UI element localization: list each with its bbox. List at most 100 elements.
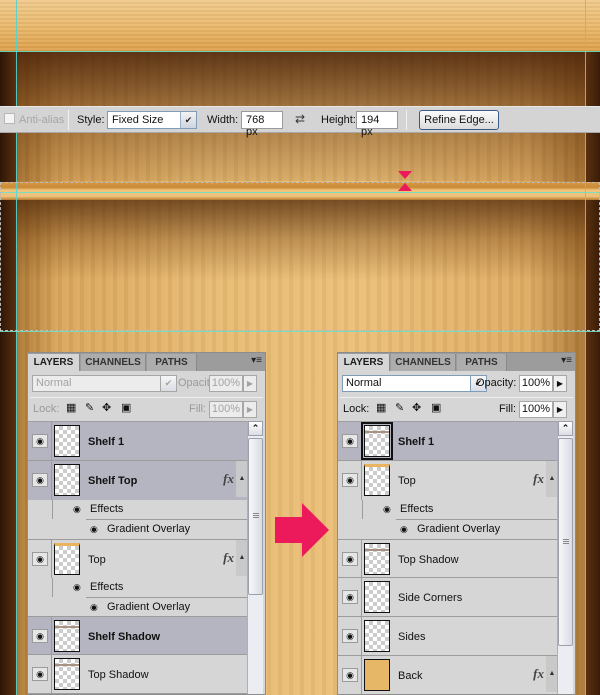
layer-name: Top: [88, 554, 106, 566]
marquee-selection[interactable]: [0, 182, 600, 331]
effects-row[interactable]: ◉ Effects: [52, 500, 248, 519]
eye-icon[interactable]: ◉: [32, 552, 48, 566]
eye-icon[interactable]: ◉: [342, 434, 358, 448]
lock-transparent-icon[interactable]: ▦: [66, 401, 76, 414]
lock-move-icon[interactable]: ✥: [102, 401, 111, 414]
layers-scrollbar[interactable]: ⌃: [247, 421, 263, 694]
guide-vertical-right[interactable]: [585, 0, 586, 695]
swap-arrows-icon[interactable]: ⇄: [295, 112, 305, 126]
width-input[interactable]: 768 px: [241, 111, 283, 138]
blend-mode-select[interactable]: Normal ✔: [342, 375, 487, 392]
gradient-overlay-row[interactable]: ◉ Gradient Overlay: [86, 597, 248, 616]
divider: [340, 397, 573, 398]
opacity-stepper-icon[interactable]: ▶: [553, 375, 567, 392]
layers-list: ◉ Shelf 1 ◉ Shelf Top fx ▲ ◉ Effects ◉ G…: [28, 421, 248, 694]
gradient-overlay-row[interactable]: ◉ Gradient Overlay: [396, 519, 558, 538]
scroll-up-icon[interactable]: ⌃: [558, 421, 573, 436]
layer-row[interactable]: ◉ Top Shadow: [28, 655, 248, 694]
lock-brush-icon[interactable]: ✎: [85, 401, 94, 414]
lock-brush-icon[interactable]: ✎: [395, 401, 404, 414]
eye-icon[interactable]: ◉: [342, 552, 358, 566]
lock-all-icon[interactable]: ▣: [121, 401, 131, 414]
panel-menu-icon[interactable]: ▾≡: [561, 355, 572, 366]
layer-thumbnail: [54, 464, 80, 496]
eye-icon[interactable]: ◉: [32, 473, 48, 487]
fill-input[interactable]: 100%: [209, 401, 243, 418]
lock-all-icon[interactable]: ▣: [431, 401, 441, 414]
lock-move-icon[interactable]: ✥: [412, 401, 421, 414]
layer-row[interactable]: ◉ Top fx ▲: [338, 461, 558, 500]
guide-vertical-left[interactable]: [16, 0, 17, 695]
tab-channels[interactable]: CHANNELS: [391, 354, 456, 371]
gradient-overlay-row[interactable]: ◉ Gradient Overlay: [86, 519, 248, 538]
chevron-down-icon[interactable]: ✔: [180, 112, 196, 128]
opacity-input[interactable]: 100%: [209, 375, 243, 392]
layer-row[interactable]: ◉ Shelf 1: [338, 422, 558, 461]
tab-channels[interactable]: CHANNELS: [81, 354, 146, 371]
scroll-up-icon[interactable]: ⌃: [248, 421, 263, 436]
layer-thumbnail: [54, 658, 80, 690]
lock-label: Lock:: [343, 403, 370, 415]
tab-paths[interactable]: PATHS: [147, 354, 197, 371]
layer-row[interactable]: ◉ Top fx ▲: [28, 539, 248, 578]
eye-icon[interactable]: ◉: [32, 629, 48, 643]
fx-icon[interactable]: fx: [533, 666, 544, 682]
marker-arrow-up-icon: [398, 183, 412, 191]
fill-input[interactable]: 100%: [519, 401, 553, 418]
panel-menu-icon[interactable]: ▾≡: [251, 355, 262, 366]
eye-icon[interactable]: ◉: [383, 500, 391, 519]
document-canvas[interactable]: Anti-alias Style: Fixed Size ✔ Width: 76…: [0, 0, 600, 695]
layer-row[interactable]: ◉ Shelf 1: [28, 422, 248, 461]
eye-icon[interactable]: ◉: [90, 520, 98, 539]
fx-icon[interactable]: fx: [223, 471, 234, 487]
fill-stepper-icon[interactable]: ▶: [553, 401, 567, 418]
effects-row[interactable]: ◉ Effects: [52, 578, 248, 597]
eye-icon[interactable]: ◉: [400, 520, 408, 539]
eye-icon[interactable]: ◉: [342, 668, 358, 682]
fx-icon[interactable]: fx: [223, 550, 234, 566]
effects-label: Effects: [90, 581, 124, 593]
eye-icon[interactable]: ◉: [73, 578, 81, 597]
layer-row[interactable]: ◉ Back fx ▲: [338, 656, 558, 694]
panel-tabs: LAYERS CHANNELS PATHS ▾≡: [28, 353, 265, 371]
blend-mode-select[interactable]: Normal ✔: [32, 375, 177, 392]
height-input[interactable]: 194 px: [356, 111, 398, 138]
eye-icon[interactable]: ◉: [32, 434, 48, 448]
guide-horizontal-top[interactable]: [0, 51, 600, 52]
fill-stepper-icon[interactable]: ▶: [243, 401, 257, 418]
eye-icon[interactable]: ◉: [342, 629, 358, 643]
opacity-stepper-icon[interactable]: ▶: [243, 375, 257, 392]
layer-row[interactable]: ◉ Top Shadow: [338, 539, 558, 578]
tab-layers[interactable]: LAYERS: [28, 354, 80, 371]
layer-thumbnail: [54, 543, 80, 575]
eye-icon[interactable]: ◉: [342, 473, 358, 487]
scroll-thumb[interactable]: [558, 438, 573, 646]
layer-row[interactable]: ◉ Shelf Top fx ▲: [28, 461, 248, 500]
refine-edge-button[interactable]: Refine Edge...: [419, 110, 499, 130]
layer-row[interactable]: ◉ Side Corners: [338, 578, 558, 617]
opacity-input[interactable]: 100%: [519, 375, 553, 392]
tab-paths[interactable]: PATHS: [457, 354, 507, 371]
layers-scrollbar[interactable]: ⌃: [557, 421, 573, 694]
right-side: [586, 51, 600, 695]
guide-horizontal-bottom[interactable]: [0, 331, 600, 332]
options-bar: Anti-alias Style: Fixed Size ✔ Width: 76…: [0, 106, 600, 138]
effects-row[interactable]: ◉ Effects: [362, 500, 558, 519]
anti-alias-checkbox[interactable]: [4, 113, 15, 124]
scroll-thumb[interactable]: [248, 438, 263, 595]
layer-name: Shelf 1: [88, 436, 125, 448]
eye-icon[interactable]: ◉: [342, 590, 358, 604]
style-select[interactable]: Fixed Size ✔: [107, 111, 197, 129]
eye-icon[interactable]: ◉: [32, 667, 48, 681]
layer-row[interactable]: ◉ Sides: [338, 617, 558, 656]
eye-icon[interactable]: ◉: [90, 598, 98, 617]
opacity-label: Opacity:: [476, 377, 517, 389]
eye-icon[interactable]: ◉: [73, 500, 81, 519]
chevron-down-icon[interactable]: ✔: [160, 375, 177, 392]
panel-tabs: LAYERS CHANNELS PATHS ▾≡: [338, 353, 575, 371]
fill-label: Fill:: [189, 403, 207, 415]
lock-transparent-icon[interactable]: ▦: [376, 401, 386, 414]
layer-row[interactable]: ◉ Shelf Shadow: [28, 616, 248, 655]
tab-layers[interactable]: LAYERS: [338, 354, 390, 371]
fx-icon[interactable]: fx: [533, 471, 544, 487]
